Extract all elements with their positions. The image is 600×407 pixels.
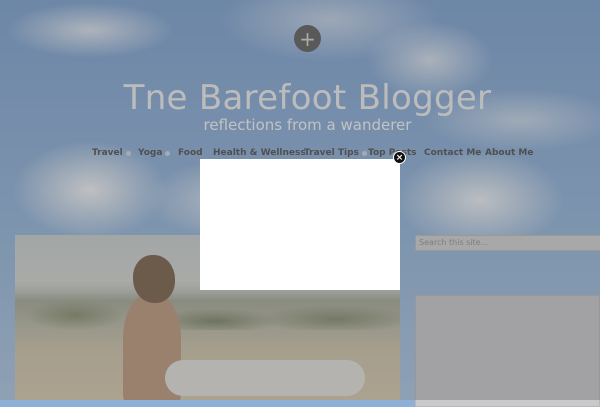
close-icon: × <box>395 153 404 163</box>
modal-close-button[interactable]: × <box>393 151 406 164</box>
modal-dialog <box>200 159 400 290</box>
